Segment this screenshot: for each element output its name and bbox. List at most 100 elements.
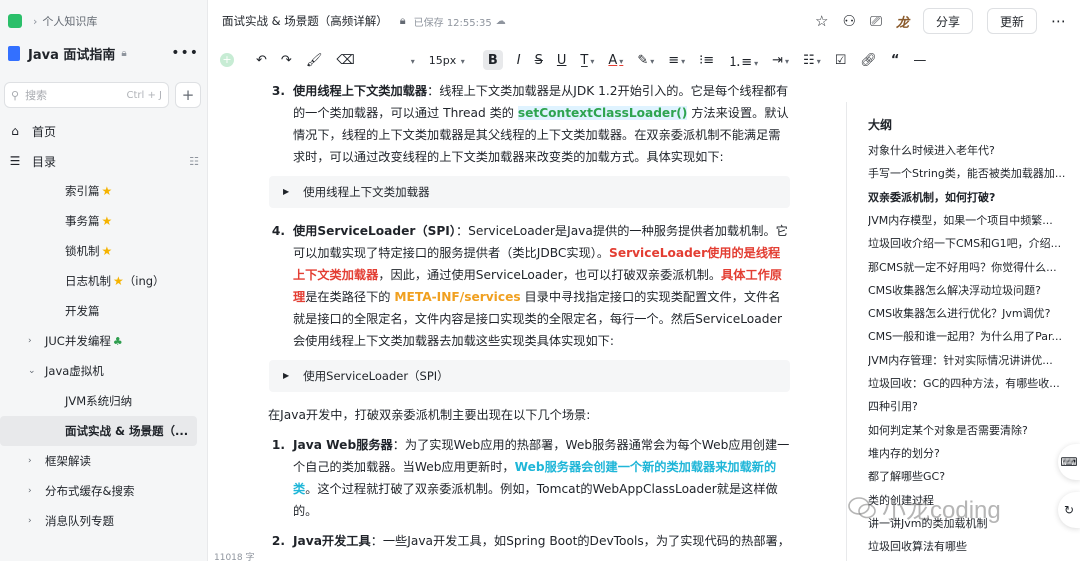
paragraph-style-dropdown[interactable]: ▾: [409, 53, 415, 68]
underline-button[interactable]: U: [557, 53, 567, 68]
sidebar-item-label: 首页: [32, 124, 57, 139]
list-item-title: 使用ServiceLoader（SPI）: [293, 224, 456, 238]
outline-item[interactable]: JVM内存管理：针对实际情况讲讲优...: [868, 352, 1076, 368]
chevron-down-icon[interactable]: ⌄: [28, 366, 40, 376]
author-avatar[interactable]: 龙: [896, 12, 909, 31]
tree-item-label: JUC并发编程: [45, 334, 111, 348]
tree-item[interactable]: JVM系统归纳: [0, 386, 207, 416]
star-icon: ★: [101, 184, 113, 198]
breadcrumb: › 个人知识库: [0, 0, 207, 42]
toggle-arrow-icon[interactable]: ▶: [283, 365, 289, 387]
outline-item[interactable]: CMS收集器怎么解决浮动垃圾问题?: [868, 282, 1076, 298]
outline-item[interactable]: JVM内存模型，如果一个项目中频繁...: [868, 212, 1076, 228]
add-block-icon[interactable]: +: [220, 53, 234, 67]
font-size-select[interactable]: 15px ▾: [429, 54, 465, 67]
knowledge-base-name[interactable]: Java 面试指南: [28, 44, 115, 63]
list-item-body: 使用ServiceLoader（SPI）：ServiceLoader是Java提…: [293, 220, 790, 352]
star-icon[interactable]: ☆: [815, 12, 828, 30]
chevron-right-icon[interactable]: ›: [28, 456, 40, 466]
outline-item[interactable]: 双亲委派机制，如何打破?: [868, 189, 1076, 205]
add-button[interactable]: +: [175, 82, 201, 108]
link-button[interactable]: 🔗︎: [860, 53, 877, 68]
tree-item-label: 分布式缓存&搜索: [45, 484, 135, 498]
outline-panel: 大纲 对象什么时候进入老年代? 手写一个String类，能否被类加载器加... 双亲…: [846, 102, 1080, 561]
tree-item[interactable]: 开发篇: [0, 296, 207, 326]
tree-item-label: 事务篇: [65, 214, 100, 228]
quote-button[interactable]: “: [891, 53, 900, 68]
chevron-right-icon[interactable]: ›: [28, 336, 40, 346]
bold-button[interactable]: B: [482, 50, 503, 70]
outline-item[interactable]: 如何判定某个对象是否需要清除?: [868, 422, 1076, 438]
tree-item[interactable]: 锁机制 ★: [0, 236, 207, 266]
outline-item[interactable]: CMS一般和谁一起用？为什么用了Par...: [868, 328, 1076, 344]
divider-button[interactable]: —: [913, 53, 926, 68]
doc-content[interactable]: 3. 使用线程上下文类加载器：线程上下文类加载器是从JDK 1.2开始引入的。它…: [258, 80, 790, 550]
outline-item[interactable]: 垃圾回收算法有哪些: [868, 538, 1076, 554]
font-color-button[interactable]: A ▾: [608, 53, 623, 68]
outline-item[interactable]: CMS收集器怎么进行优化？Jvm调优?: [868, 305, 1076, 321]
outline-item[interactable]: 垃圾回收介绍一下CMS和G1吧，介绍...: [868, 235, 1076, 251]
tree-item-label: 面试实战 & 场景题（...: [65, 424, 189, 438]
tree-item[interactable]: 事务篇 ★: [0, 206, 207, 236]
tree-group-juc[interactable]: › JUC并发编程 ♣: [0, 326, 207, 356]
star-icon: ★: [101, 214, 113, 228]
tree-item-suffix: （ing）: [123, 274, 165, 288]
bullet-list-button[interactable]: ⁝≡: [699, 53, 714, 68]
tree-group-jvm[interactable]: ⌄ Java虚拟机: [0, 356, 207, 386]
tree-item-label: 锁机制: [65, 244, 100, 258]
indent-dropdown[interactable]: ⇥ ▾: [772, 53, 789, 68]
breadcrumb-item[interactable]: 个人知识库: [42, 13, 97, 29]
numbered-list-button[interactable]: ⒈≡ ▾: [728, 51, 758, 70]
list-number: 4.: [271, 224, 285, 238]
list-item: 3. 使用线程上下文类加载器：线程上下文类加载器是从JDK 1.2开始引入的。它…: [258, 80, 790, 168]
font-size-value: 15px: [428, 53, 457, 67]
format-painter-icon[interactable]: 🖌︎: [306, 53, 323, 68]
sidebar-item-home[interactable]: ⌂ 首页: [0, 116, 207, 146]
highlight-button[interactable]: ✎ ▾: [637, 53, 654, 68]
outline-item[interactable]: 四种引用?: [868, 398, 1076, 414]
strikethrough-button[interactable]: S: [535, 53, 543, 68]
doc-title[interactable]: 面试实战 & 场景题（高频详解）: [222, 13, 388, 29]
update-button[interactable]: 更新: [986, 8, 1037, 34]
outline-item[interactable]: 讲一讲Jvm的类加载机制: [868, 515, 1076, 531]
redo-icon[interactable]: ↷: [281, 53, 292, 68]
outline-item[interactable]: 手写一个String类，能否被类加载器加...: [868, 165, 1076, 181]
tree-item[interactable]: 索引篇 ★: [0, 176, 207, 206]
search-input[interactable]: ⚲ 搜索 Ctrl + J: [4, 82, 169, 108]
share-button[interactable]: 分享: [922, 8, 973, 34]
more-text-style-icon[interactable]: T̲ ▾: [580, 53, 594, 68]
more-icon[interactable]: •••: [171, 45, 199, 61]
outline-item[interactable]: 类的创建过程: [868, 492, 1076, 508]
italic-button[interactable]: I: [517, 53, 521, 68]
toggle-block[interactable]: ▶ 使用线程上下文类加载器: [269, 176, 790, 208]
tree-group[interactable]: › 消息队列专题: [0, 506, 207, 536]
chevron-right-icon[interactable]: ›: [28, 516, 40, 526]
present-icon[interactable]: ⎚: [870, 12, 882, 30]
toc-collapse-icon[interactable]: ☷: [189, 155, 199, 168]
sidebar-item-toc[interactable]: ☰ 目录 ☷: [0, 146, 207, 176]
star-icon: ★: [113, 274, 124, 288]
outline-item[interactable]: 对象什么时候进入老年代?: [868, 142, 1076, 158]
tree-group[interactable]: › 框架解读: [0, 446, 207, 476]
task-checkbox-button[interactable]: ☑: [835, 53, 847, 68]
checklist-dropdown[interactable]: ☷ ▾: [803, 53, 821, 68]
tree-group[interactable]: › 分布式缓存&搜索: [0, 476, 207, 506]
tree-item-active[interactable]: 面试实战 & 场景题（...: [0, 416, 197, 446]
add-collaborator-icon[interactable]: ⚇: [842, 12, 855, 30]
search-row: ⚲ 搜索 Ctrl + J +: [4, 82, 201, 108]
chevron-right-icon[interactable]: ›: [28, 486, 40, 496]
clear-format-icon[interactable]: ⌫: [336, 53, 354, 68]
outline-item[interactable]: 都了解哪些GC?: [868, 468, 1076, 484]
list-item-body: 使用线程上下文类加载器：线程上下文类加载器是从JDK 1.2开始引入的。它是每个…: [293, 80, 790, 168]
doc-header: 面试实战 & 场景题（高频详解） 🔒︎ 已保存 12:55:35 ☁ ☆ ⚇ ⎚…: [208, 0, 1080, 42]
outline-item[interactable]: 垃圾回收：GC的四种方法，有哪些收...: [868, 375, 1076, 391]
toc-icon: ☰: [9, 154, 21, 168]
toggle-arrow-icon[interactable]: ▶: [283, 181, 289, 203]
outline-item[interactable]: 那CMS就一定不好用吗？你觉得什么...: [868, 259, 1076, 275]
undo-icon[interactable]: ↶: [256, 53, 267, 68]
align-dropdown[interactable]: ≡ ▾: [668, 53, 685, 68]
outline-item[interactable]: 堆内存的划分?: [868, 445, 1076, 461]
more-icon[interactable]: ⋯: [1051, 12, 1066, 30]
toggle-block[interactable]: ▶ 使用ServiceLoader（SPI）: [269, 360, 790, 392]
tree-item[interactable]: 日志机制 ★ （ing）: [0, 266, 207, 296]
